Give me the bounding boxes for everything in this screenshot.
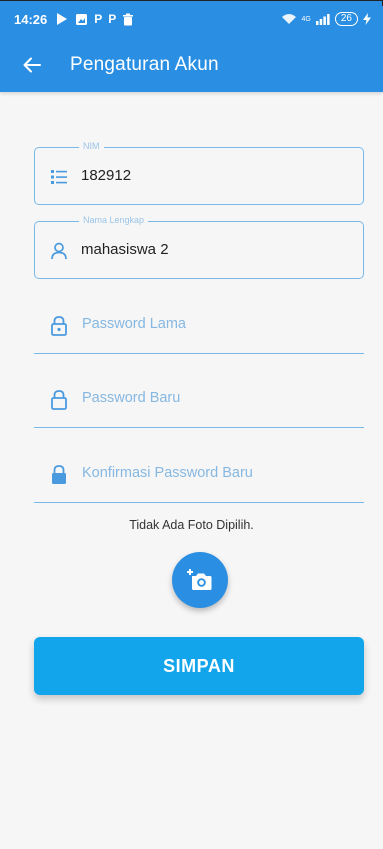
status-time: 14:26	[14, 11, 48, 27]
charging-icon	[363, 13, 371, 25]
photo-status-text: Tidak Ada Foto Dipilih.	[129, 518, 254, 532]
signal-icon	[315, 13, 330, 25]
password-baru-field[interactable]: Password Baru	[34, 376, 364, 428]
password-baru-placeholder: Password Baru	[82, 390, 181, 406]
trash-icon	[123, 13, 134, 25]
simpan-button[interactable]: SIMPAN	[34, 637, 364, 695]
wifi-icon	[281, 14, 296, 24]
nama-lengkap-field[interactable]: Nama Lengkap mahasiswa 2	[34, 215, 364, 279]
konfirmasi-password-field[interactable]: Konfirmasi Password Baru	[34, 451, 364, 503]
app-bar: Pengaturan Akun	[0, 38, 383, 92]
nim-value: 182912	[81, 167, 132, 184]
add-photo-button[interactable]	[172, 552, 228, 608]
arrow-left-icon	[23, 57, 41, 73]
battery-indicator: 26	[334, 12, 358, 26]
play-store-icon	[57, 13, 68, 25]
password-lama-field[interactable]: Password Lama	[34, 302, 364, 354]
gallery-icon	[76, 13, 88, 25]
nama-lengkap-value: mahasiswa 2	[81, 241, 169, 258]
back-button[interactable]	[18, 51, 46, 79]
person-icon	[51, 242, 67, 260]
lock-icon	[51, 316, 67, 336]
notification-p-icon: P	[108, 12, 117, 26]
notification-p-icon: P	[94, 12, 103, 26]
lock-icon	[51, 390, 67, 410]
network-type: 4G	[301, 15, 311, 23]
konfirmasi-password-placeholder: Konfirmasi Password Baru	[82, 465, 253, 481]
page-title: Pengaturan Akun	[70, 54, 219, 75]
add-photo-icon	[187, 569, 212, 590]
status-right: 4G 26	[281, 12, 371, 26]
password-lama-placeholder: Password Lama	[82, 316, 186, 332]
nim-field[interactable]: NIM 182912	[34, 141, 364, 205]
nama-lengkap-label: Nama Lengkap	[79, 215, 149, 225]
nim-label: NIM	[79, 141, 104, 151]
notification-icons: P P	[55, 12, 134, 26]
list-icon	[51, 170, 67, 184]
lock-filled-icon	[52, 465, 66, 484]
screen-edge-line	[0, 0, 383, 6]
